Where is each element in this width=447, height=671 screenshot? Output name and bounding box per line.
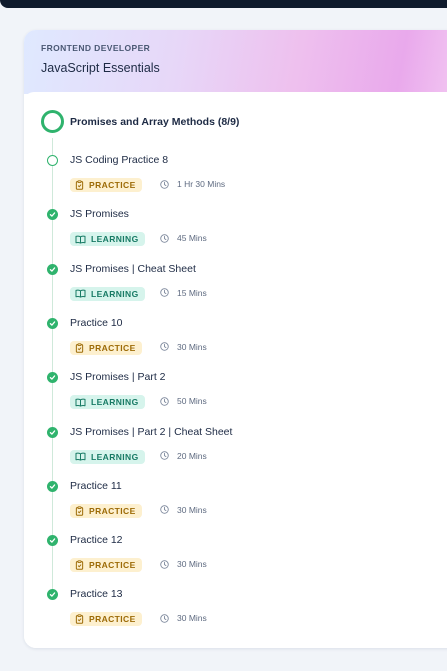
lesson-item[interactable]: JS Coding Practice 8 PRACTICE 1 Hr 30 Mins: [24, 155, 444, 205]
badge-label: PRACTICE: [89, 180, 136, 190]
check-circle-icon: [47, 589, 58, 601]
lesson-item[interactable]: JS Promises | Cheat Sheet LEARNING 15 Mins: [24, 262, 444, 314]
clock-icon: [160, 396, 169, 406]
badge-label: PRACTICE: [89, 505, 136, 516]
lesson-title: Practice 13: [70, 588, 123, 601]
lesson-item[interactable]: JS Promises | Part 2 LEARNING 50 Mins: [24, 372, 444, 422]
lesson-duration: 30 Mins: [160, 559, 207, 569]
badge-label: LEARNING: [91, 234, 139, 245]
book-open-icon: [75, 398, 86, 407]
practice-badge: PRACTICE: [70, 340, 142, 355]
lesson-title: Practice 12: [70, 534, 123, 547]
practice-badge: PRACTICE: [70, 558, 142, 573]
lesson-item[interactable]: JS Promises | Part 2 | Cheat Sheet LEARNI…: [24, 425, 444, 477]
practice-badge: PRACTICE: [70, 612, 142, 627]
clock-icon: [160, 451, 169, 460]
learning-badge: LEARNING: [70, 232, 145, 247]
check-circle-icon: [47, 535, 58, 547]
lesson-title: Practice 10: [70, 316, 123, 329]
clock-icon: [160, 288, 169, 297]
lesson-item[interactable]: Practice 12 PRACTICE 30 Mins: [24, 535, 444, 585]
clock-icon: [160, 505, 169, 515]
clock-icon: [160, 179, 169, 189]
badge-label: PRACTICE: [89, 342, 136, 353]
duration-text: 1 Hr 30 Mins: [177, 179, 226, 189]
badge-label: LEARNING: [91, 397, 139, 408]
clock-icon: [160, 342, 169, 352]
duration-text: 45 Mins: [177, 233, 207, 244]
top-bar: [0, 0, 447, 8]
learning-badge: LEARNING: [70, 286, 145, 301]
check-circle-icon: [47, 317, 58, 329]
lesson-duration: 30 Mins: [160, 342, 207, 352]
clock-icon: [160, 234, 169, 243]
lesson-duration: 15 Mins: [160, 288, 207, 298]
lesson-duration: 45 Mins: [160, 233, 207, 243]
check-circle-icon: [47, 480, 58, 492]
clipboard-icon: [75, 614, 84, 625]
clipboard-icon: [75, 180, 84, 190]
section-header[interactable]: Promises and Array Methods (8/9): [41, 110, 239, 133]
book-open-icon: [75, 289, 86, 298]
empty-circle-icon: [47, 155, 58, 166]
lesson-duration: 20 Mins: [160, 451, 207, 461]
lesson-title: JS Coding Practice 8: [70, 154, 169, 166]
check-circle-icon: [47, 209, 58, 221]
clipboard-icon: [75, 560, 84, 570]
check-circle-icon: [47, 263, 58, 275]
learning-badge: LEARNING: [70, 449, 145, 464]
course-header: FRONTEND DEVELOPER JavaScript Essentials: [24, 30, 447, 94]
lesson-title: JS Promises | Part 2: [70, 371, 166, 384]
course-track-label: FRONTEND DEVELOPER: [41, 43, 151, 53]
lesson-title: JS Promises: [70, 208, 129, 221]
duration-text: 15 Mins: [177, 287, 207, 298]
book-open-icon: [75, 235, 86, 244]
duration-text: 20 Mins: [177, 450, 207, 461]
clipboard-icon: [75, 506, 84, 516]
practice-badge: PRACTICE: [70, 503, 142, 518]
duration-text: 50 Mins: [177, 396, 207, 407]
lesson-title: Practice 11: [70, 479, 122, 492]
check-circle-icon: [47, 372, 58, 384]
section-title: Promises and Array Methods (8/9): [70, 115, 240, 128]
progress-ring-icon: [41, 110, 64, 133]
clipboard-icon: [75, 343, 84, 353]
lesson-duration: 30 Mins: [160, 613, 207, 623]
course-title: JavaScript Essentials: [41, 61, 160, 75]
duration-text: 30 Mins: [177, 613, 207, 624]
lesson-duration: 1 Hr 30 Mins: [160, 179, 225, 189]
lesson-duration: 30 Mins: [160, 505, 207, 515]
badge-label: PRACTICE: [89, 614, 136, 625]
lesson-title: JS Promises | Cheat Sheet: [70, 262, 196, 275]
clock-icon: [160, 614, 169, 623]
lesson-duration: 50 Mins: [160, 396, 207, 406]
duration-text: 30 Mins: [177, 559, 207, 570]
course-card: FRONTEND DEVELOPER JavaScript Essentials…: [24, 30, 447, 648]
badge-label: LEARNING: [91, 451, 139, 462]
lesson-item[interactable]: Practice 13 PRACTICE 30 Mins: [24, 589, 444, 639]
practice-badge: PRACTICE: [70, 178, 142, 192]
book-open-icon: [75, 452, 86, 461]
duration-text: 30 Mins: [177, 504, 207, 515]
clock-icon: [160, 559, 169, 569]
lesson-item[interactable]: Practice 10 PRACTICE 30 Mins: [24, 316, 444, 368]
check-circle-icon: [47, 426, 58, 438]
lesson-item[interactable]: Practice 11 PRACTICE 30 Mins: [24, 479, 444, 531]
badge-label: PRACTICE: [89, 560, 136, 571]
duration-text: 30 Mins: [177, 341, 207, 352]
lesson-item[interactable]: JS Promises LEARNING 45 Mins: [24, 209, 444, 259]
badge-label: LEARNING: [91, 288, 139, 299]
lesson-title: JS Promises | Part 2 | Cheat Sheet: [70, 425, 233, 438]
course-content: Promises and Array Methods (8/9) JS Codi…: [24, 92, 447, 648]
learning-badge: LEARNING: [70, 395, 145, 410]
